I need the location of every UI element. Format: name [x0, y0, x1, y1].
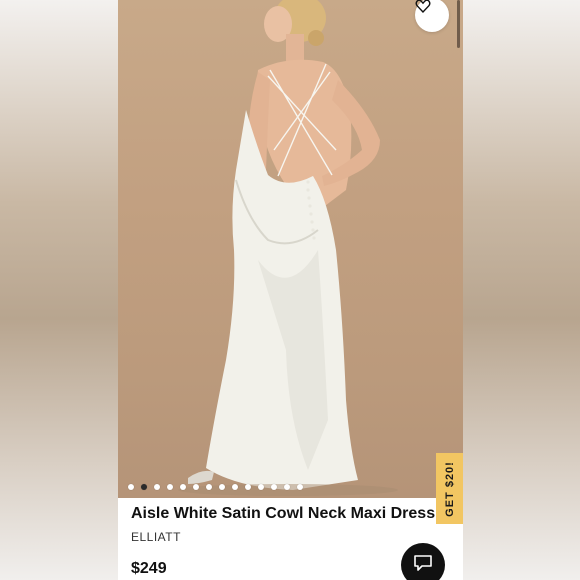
gallery-pagination [128, 484, 303, 490]
product-title: Aisle White Satin Cowl Neck Maxi Dress [131, 505, 436, 522]
product-page: GET $20! Aisle White Satin Cowl Neck Max… [118, 0, 463, 580]
pagination-dot[interactable] [154, 484, 160, 490]
pagination-dot[interactable] [180, 484, 186, 490]
scrollbar-thumb[interactable] [457, 0, 460, 48]
model-illustration [178, 0, 398, 496]
product-brand[interactable]: ELLIATT [131, 530, 181, 544]
pagination-dot[interactable] [258, 484, 264, 490]
pagination-dot[interactable] [297, 484, 303, 490]
pagination-dot[interactable] [245, 484, 251, 490]
pagination-dot[interactable] [271, 484, 277, 490]
shoe-shape [188, 470, 214, 484]
neck-shape [286, 34, 304, 64]
pagination-dot[interactable] [128, 484, 134, 490]
pagination-dot[interactable] [219, 484, 225, 490]
promo-label: GET $20! [443, 460, 456, 517]
chat-bubble-icon [413, 554, 433, 577]
pagination-dot[interactable] [232, 484, 238, 490]
chat-button[interactable] [401, 543, 445, 580]
blurred-background-right [463, 0, 580, 580]
pagination-dot[interactable] [167, 484, 173, 490]
pagination-dot[interactable] [193, 484, 199, 490]
blurred-background-left [0, 0, 118, 580]
product-image[interactable] [118, 0, 463, 498]
product-price: $249 [131, 560, 167, 577]
pagination-dot-active[interactable] [141, 484, 147, 490]
pagination-dot[interactable] [206, 484, 212, 490]
hair-bun [308, 30, 324, 46]
pagination-dot[interactable] [284, 484, 290, 490]
